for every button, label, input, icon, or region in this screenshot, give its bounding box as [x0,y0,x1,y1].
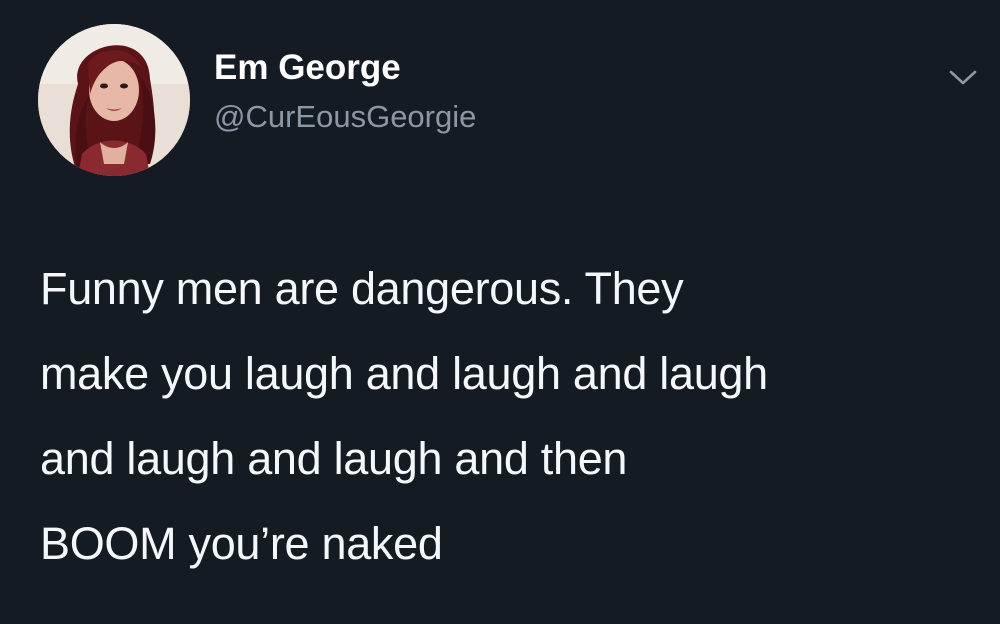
avatar[interactable] [38,24,190,176]
tweet-card: Em George @CurEousGeorgie Funny men are … [0,0,1000,624]
tweet-text-line: and laugh and laugh and then [40,433,628,484]
tweet-text-line: Funny men are dangerous. They [40,263,684,314]
user-handle[interactable]: @CurEousGeorgie [214,94,476,140]
tweet-text-line: BOOM you’re naked [40,518,443,569]
display-name[interactable]: Em George [214,44,476,92]
tweet-text: Funny men are dangerous. They make you l… [40,246,990,586]
chevron-down-icon[interactable] [946,66,980,88]
author-info: Em George @CurEousGeorgie [214,44,476,140]
avatar-photo [38,24,190,176]
tweet-text-line: make you laugh and laugh and laugh [40,348,768,399]
